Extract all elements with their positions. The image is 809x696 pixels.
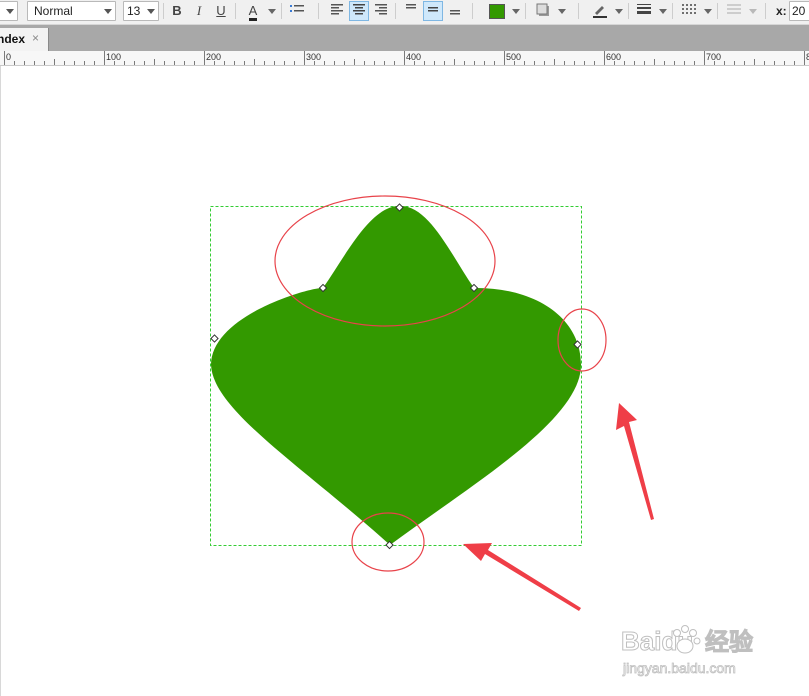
shadow-button[interactable]: [532, 1, 554, 21]
underline-button[interactable]: U: [211, 1, 231, 21]
pen-icon: [593, 6, 607, 18]
arrow-bottom-icon: [463, 543, 581, 611]
align-right-button[interactable]: [371, 1, 391, 21]
valign-top-icon: [406, 4, 416, 9]
design-canvas[interactable]: Baidu 经验 jingyan.baidu.com: [0, 66, 809, 696]
align-center-icon: [353, 4, 365, 15]
valign-bottom-icon: [450, 10, 460, 15]
arrow-style-icon: [727, 4, 741, 14]
font-size-value: 13: [127, 4, 141, 18]
align-left-button[interactable]: [327, 1, 347, 21]
valign-middle-button[interactable]: [423, 1, 443, 21]
divider: [672, 3, 673, 19]
divider: [318, 3, 319, 19]
watermark-brand-cn: 经验: [705, 628, 753, 656]
horizontal-ruler: 010020030040050060070080: [0, 51, 809, 66]
valign-bottom-button[interactable]: [445, 1, 465, 21]
close-icon[interactable]: ×: [32, 31, 39, 45]
bullet-list-button[interactable]: [287, 1, 307, 21]
x-position-label: x:: [776, 4, 787, 18]
handle-left[interactable]: [210, 334, 219, 343]
chevron-down-icon[interactable]: [615, 9, 623, 14]
toolbar: Normal 13 B I U A x: 20: [0, 0, 809, 25]
font-color-icon: A: [248, 4, 258, 21]
ruler-tick-label: 400: [406, 52, 421, 62]
chevron-down-icon[interactable]: [268, 9, 276, 14]
divider: [281, 3, 282, 19]
chevron-down-icon: [147, 9, 155, 14]
font-color-button[interactable]: A: [242, 1, 264, 21]
canvas-scene: Baidu 经验 jingyan.baidu.com: [210, 195, 754, 676]
font-family-dropdown[interactable]: [0, 1, 18, 21]
ruler-tick-label: 300: [306, 52, 321, 62]
tab-index[interactable]: ndex ×: [0, 28, 49, 51]
x-position-input[interactable]: 20: [789, 1, 809, 21]
list-icon: [290, 5, 304, 12]
shadow-icon: [536, 3, 549, 16]
baidu-watermark: Baidu 经验 jingyan.baidu.com: [621, 625, 754, 676]
fill-color-button[interactable]: [486, 1, 508, 21]
tab-bar: ndex ×: [0, 25, 809, 51]
line-weight-icon: [637, 4, 651, 14]
divider: [235, 3, 236, 19]
font-size-dropdown[interactable]: 13: [123, 1, 159, 21]
chevron-down-icon: [104, 9, 112, 14]
align-left-icon: [331, 4, 343, 15]
ruler-tick-label: 0: [6, 52, 11, 62]
bold-button[interactable]: B: [167, 1, 187, 21]
ruler-ticks: 010020030040050060070080: [4, 51, 809, 65]
chevron-down-icon[interactable]: [749, 9, 757, 14]
watermark-url: jingyan.baidu.com: [622, 660, 736, 676]
ruler-tick-label: 700: [706, 52, 721, 62]
line-color-button[interactable]: [589, 1, 611, 21]
chevron-down-icon[interactable]: [659, 9, 667, 14]
line-weight-button[interactable]: [633, 1, 655, 21]
divider: [472, 3, 473, 19]
divider: [395, 3, 396, 19]
text-style-dropdown[interactable]: Normal: [27, 1, 116, 21]
valign-middle-icon: [428, 7, 438, 12]
tab-label: ndex: [0, 32, 26, 46]
chevron-down-icon: [6, 9, 14, 14]
ruler-tick-label: 600: [606, 52, 621, 62]
divider: [765, 3, 766, 19]
italic-button[interactable]: I: [189, 1, 209, 21]
chevron-down-icon[interactable]: [704, 9, 712, 14]
x-position-value: 20: [792, 4, 806, 18]
divider: [163, 3, 164, 19]
divider: [578, 3, 579, 19]
divider: [628, 3, 629, 19]
align-center-button[interactable]: [349, 1, 369, 21]
dashed-line-icon: [682, 4, 696, 14]
arrow-style-button[interactable]: [723, 1, 745, 21]
ruler-tick-label: 200: [206, 52, 221, 62]
chevron-down-icon[interactable]: [558, 9, 566, 14]
fill-color-swatch: [489, 4, 505, 19]
chevron-down-icon[interactable]: [512, 9, 520, 14]
text-style-value: Normal: [34, 4, 73, 18]
divider: [525, 3, 526, 19]
valign-top-button[interactable]: [401, 1, 421, 21]
arrow-right-icon: [616, 403, 654, 520]
line-pattern-button[interactable]: [678, 1, 700, 21]
align-right-icon: [375, 4, 387, 15]
divider: [717, 3, 718, 19]
ruler-tick-label: 100: [106, 52, 121, 62]
green-shape[interactable]: [211, 205, 581, 545]
ruler-tick-label: 500: [506, 52, 521, 62]
